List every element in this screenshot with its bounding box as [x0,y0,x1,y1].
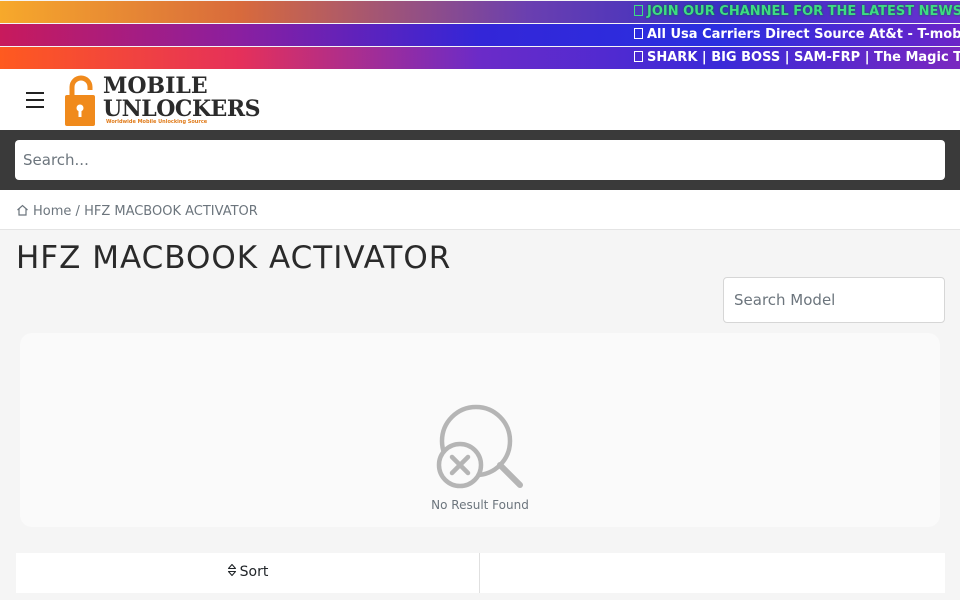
hamburger-menu-icon[interactable] [26,92,44,108]
model-search-input[interactable] [723,277,945,323]
ticker-text: All Usa Carriers Direct Source At&t - T-… [647,27,960,42]
sort-label: Sort [239,564,269,580]
results-panel: No Result Found [20,333,940,527]
missing-glyph-icon [634,51,643,62]
search-input[interactable] [15,140,945,180]
breadcrumb-separator: / [75,204,80,219]
sort-button[interactable]: Sort [16,553,480,593]
page-title: HFZ MACBOOK ACTIVATOR [16,240,452,276]
ticker-text: JOIN OUR CHANNEL FOR THE LATEST NEWS [647,4,960,19]
ticker-text: SHARK | BIG BOSS | SAM-FRP | The Magic T… [647,50,960,65]
site-logo[interactable]: MOBILE UNLOCKERS Worldwide Mobile Unlock… [63,74,261,126]
breadcrumb: Home / HFZ MACBOOK ACTIVATOR [16,204,258,219]
breadcrumb-home-link[interactable]: Home [33,204,71,219]
logo-tagline: Worldwide Mobile Unlocking Source [106,119,208,125]
filter-slot [480,553,945,593]
no-result-text: No Result Found [431,498,529,512]
search-no-result-icon [436,404,523,489]
sort-arrows-icon [227,563,236,577]
news-ticker-1: JOIN OUR CHANNEL FOR THE LATEST NEWS [0,1,960,23]
news-ticker-3: SHARK | BIG BOSS | SAM-FRP | The Magic T… [0,47,960,69]
logo-line-2: UNLOCKERS [103,96,261,122]
padlock-icon [65,75,95,126]
news-ticker-2: All Usa Carriers Direct Source At&t - T-… [0,24,960,46]
missing-glyph-icon [634,5,643,16]
breadcrumb-current: HFZ MACBOOK ACTIVATOR [84,204,258,219]
sort-bar: Sort [16,553,945,593]
search-bar [0,130,960,190]
missing-glyph-icon [634,28,643,39]
breadcrumb-bar: Home / HFZ MACBOOK ACTIVATOR [0,190,960,230]
logo-line-1: MOBILE [103,73,208,99]
site-header: MOBILE UNLOCKERS Worldwide Mobile Unlock… [0,69,960,130]
home-icon [17,204,28,216]
